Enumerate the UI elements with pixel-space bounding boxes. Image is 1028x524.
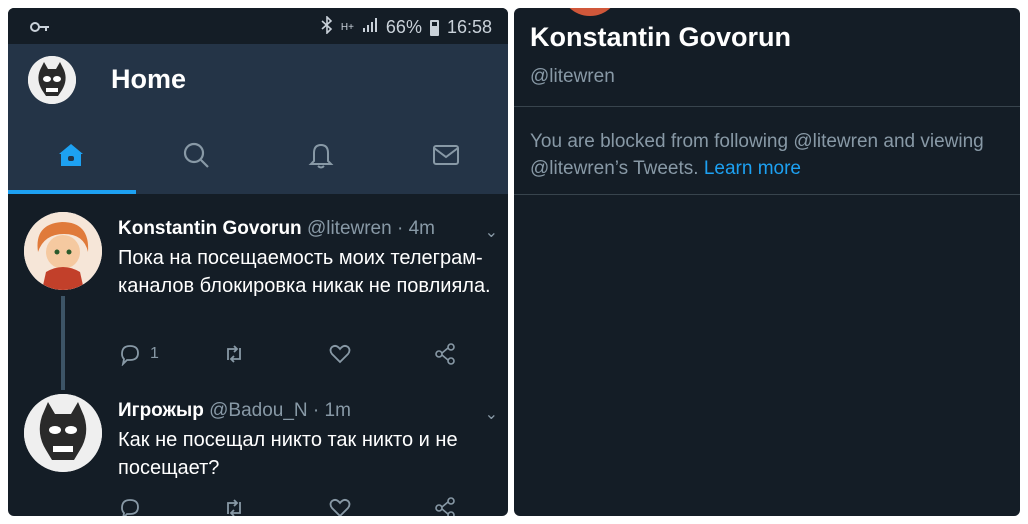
battery-percent: 66% — [385, 17, 422, 37]
reply-icon — [121, 499, 139, 516]
reply-count: 1 — [150, 345, 159, 362]
tweet-meta: @Badou_N · 1m — [209, 400, 351, 421]
profile-avatar[interactable] — [28, 56, 76, 104]
tweet-actions: 1 — [118, 342, 478, 370]
tweet-meta: @litewren · 4m — [306, 218, 435, 239]
tweet-header: Игрожыр @Badou_N · 1m — [118, 400, 351, 422]
reply-icon — [121, 345, 139, 366]
profile-name: Konstantin Govorun — [530, 22, 791, 52]
heart-icon — [329, 344, 351, 364]
bluetooth-icon — [321, 15, 333, 39]
signal-icon — [362, 17, 378, 38]
tab-bar — [8, 116, 508, 194]
tab-messages[interactable] — [383, 116, 508, 194]
divider — [514, 106, 1020, 107]
network-type: H+ — [340, 22, 354, 33]
search-icon — [183, 142, 209, 168]
app-header: Home — [8, 44, 508, 116]
tab-home[interactable] — [8, 116, 133, 194]
profile-handle: @litewren — [530, 66, 615, 87]
profile-screen: Konstantin Govorun @litewren You are blo… — [514, 8, 1020, 516]
clock: 16:58 — [446, 17, 492, 37]
tweet-avatar[interactable] — [24, 394, 102, 472]
divider — [514, 194, 1020, 195]
tab-notifications[interactable] — [258, 116, 383, 194]
chevron-down-icon[interactable]: ⌄ — [485, 404, 498, 424]
blocked-notice: You are blocked from following @litewren… — [530, 128, 1010, 182]
chevron-down-icon[interactable]: ⌄ — [485, 222, 498, 242]
tweet-author-name[interactable]: Konstantin Govorun — [118, 218, 302, 239]
tweet[interactable]: Konstantin Govorun @litewren · 4m ⌄ Пока… — [8, 194, 508, 384]
battery-icon — [429, 19, 439, 36]
share-icon — [435, 343, 455, 365]
retweet-button[interactable] — [222, 496, 246, 516]
mail-icon — [432, 145, 459, 165]
retweet-icon — [227, 345, 241, 363]
heart-icon — [329, 498, 351, 516]
share-icon — [435, 497, 455, 516]
tab-search[interactable] — [133, 116, 258, 194]
tweet-avatar[interactable] — [24, 212, 102, 290]
home-icon — [58, 144, 83, 166]
tweet-text: Как не посещал никто так никто и не посе… — [118, 429, 458, 479]
tweet-text: Пока на посещаемость моих телеграм-канал… — [118, 247, 491, 297]
timeline-screen: H+ 66% 16:58 Home Konstantin Govorun @li… — [8, 8, 508, 516]
like-button[interactable] — [328, 342, 352, 366]
key-icon — [30, 17, 50, 38]
status-bar: H+ 66% 16:58 — [8, 8, 508, 44]
profile-avatar[interactable] — [560, 8, 620, 16]
share-button[interactable] — [433, 496, 457, 516]
tweet-actions — [118, 496, 478, 516]
page-title: Home — [111, 64, 187, 94]
reply-button[interactable] — [118, 496, 142, 516]
like-button[interactable] — [328, 496, 352, 516]
tweet-header: Konstantin Govorun @litewren · 4m — [118, 218, 435, 240]
reply-button[interactable]: 1 — [118, 342, 159, 366]
learn-more-link[interactable]: Learn more — [704, 158, 801, 179]
share-button[interactable] — [433, 342, 457, 366]
retweet-button[interactable] — [222, 342, 246, 366]
retweet-icon — [227, 499, 241, 516]
tweet-author-name[interactable]: Игрожыр — [118, 400, 204, 421]
tweet[interactable]: Игрожыр @Badou_N · 1m ⌄ Как не посещал н… — [8, 378, 508, 516]
bell-icon — [308, 143, 333, 169]
